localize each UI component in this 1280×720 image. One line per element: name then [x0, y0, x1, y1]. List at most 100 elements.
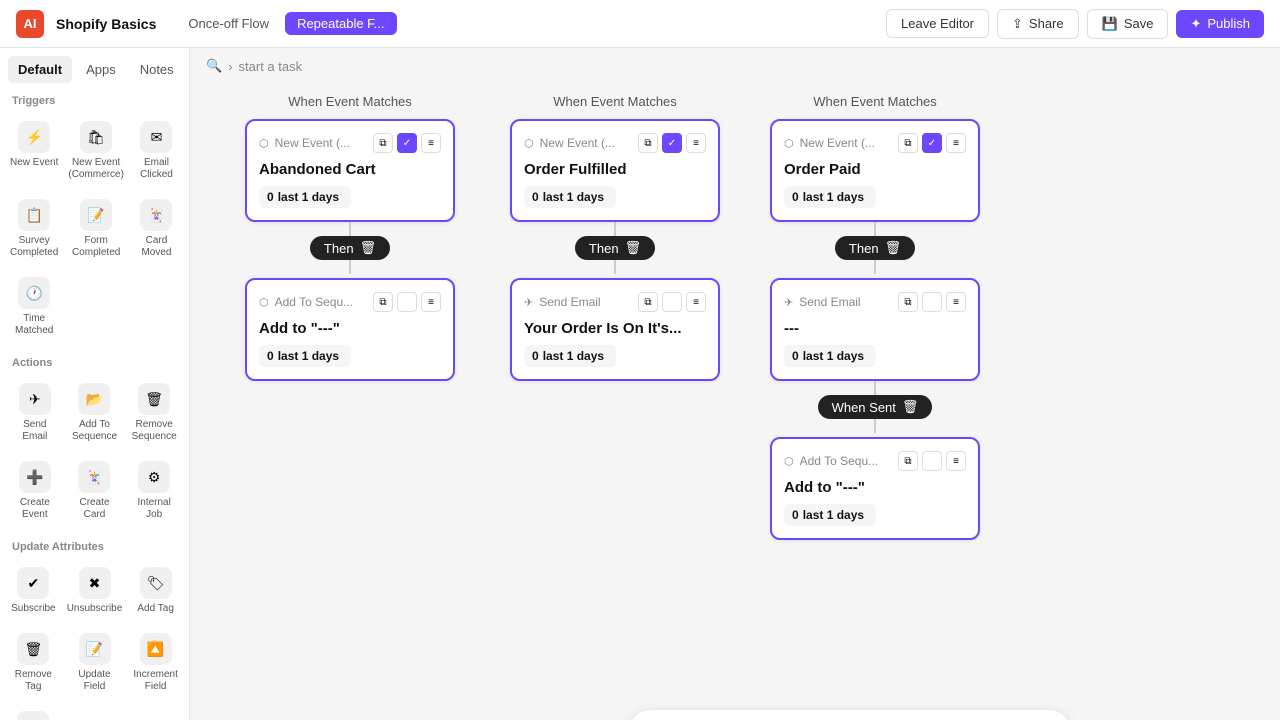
event-label-1: When Event Matches	[288, 94, 412, 109]
duplicate-btn-1[interactable]: ⧉	[373, 133, 393, 153]
when-sent-line-bottom	[874, 419, 876, 433]
sidebar-item-unsubscribe[interactable]: ✖Unsubscribe	[63, 559, 127, 623]
flow-column-3: When Event Matches ⬡ New Event (... ⧉ ✓ …	[770, 94, 980, 540]
section-title-update-attributes: Update Attributes	[0, 529, 189, 559]
sidebar-item-update-field[interactable]: 📝Update Field	[63, 625, 127, 701]
action-card-3[interactable]: ✈ Send Email ⧉ ≡ --- 0last 1 days	[770, 278, 980, 381]
sidebar-item-create-event[interactable]: ➕Create Event	[6, 453, 64, 529]
leave-editor-button[interactable]: Leave Editor	[886, 9, 989, 38]
sidebar-item-email-clicked[interactable]: ✉Email Clicked	[130, 113, 183, 189]
dup-btn-3[interactable]: ⧉	[898, 133, 918, 153]
canvas[interactable]: 🔍 › start a task When Event Matches ⬡ Ne…	[190, 48, 1280, 720]
action-dup-btn-2[interactable]: ⧉	[638, 292, 658, 312]
action-toggle-btn-3[interactable]	[922, 292, 942, 312]
action-card-2[interactable]: ✈ Send Email ⧉ ≡ Your Order Is On It's..…	[510, 278, 720, 381]
action-stat-3: 0last 1 days	[784, 345, 876, 367]
breadcrumb-path: start a task	[239, 59, 303, 74]
when-sent-badge[interactable]: When Sent 🗑	[818, 395, 933, 419]
then-badge-2[interactable]: Then 🗑	[575, 236, 655, 260]
trigger-body-1: Abandoned Cart	[259, 161, 441, 178]
trigger-card-3[interactable]: ⬡ New Event (... ⧉ ✓ ≡ Order Paid 0last …	[770, 119, 980, 222]
final-title-3: Add To Sequ...	[800, 454, 892, 468]
node-header-1: ⬡ New Event (... ⧉ ✓ ≡	[259, 133, 441, 153]
actions-grid: ✈Send Email 📂Add To Sequence 🗑Remove Seq…	[0, 375, 189, 529]
sidebar-tab-apps[interactable]: Apps	[76, 56, 126, 83]
trigger-icon-3: ⬡	[784, 137, 794, 150]
sidebar-item-send-email[interactable]: ✈Send Email	[6, 375, 64, 451]
final-card-3[interactable]: ⬡ Add To Sequ... ⧉ ≡ Add to "---" 0last …	[770, 437, 980, 540]
action-icon-3: ✈	[784, 296, 793, 309]
action-body-1: Add to "---"	[259, 320, 441, 337]
toggle-btn-1[interactable]: ✓	[397, 133, 417, 153]
action-menu-btn-3[interactable]: ≡	[946, 292, 966, 312]
update-field-icon: 📝	[79, 633, 111, 665]
sidebar-item-add-tag[interactable]: 🏷Add Tag	[128, 559, 183, 623]
action-actions-2: ⧉ ≡	[638, 292, 706, 312]
connector-3: Then 🗑	[835, 222, 915, 278]
then-badge-3[interactable]: Then 🗑	[835, 236, 915, 260]
menu-btn-3[interactable]: ≡	[946, 133, 966, 153]
sidebar-item-time-matched[interactable]: 🕐Time Matched	[6, 269, 62, 345]
menu-btn-1[interactable]: ≡	[421, 133, 441, 153]
action-dup-btn-1[interactable]: ⧉	[373, 292, 393, 312]
sidebar-item-remove-tag[interactable]: 🗑Remove Tag	[6, 625, 61, 701]
node-actions-1: ⧉ ✓ ≡	[373, 133, 441, 153]
action-card-1[interactable]: ⬡ Add To Sequ... ⧉ ≡ Add to "---" 0last …	[245, 278, 455, 381]
action-title-2: Send Email	[539, 295, 632, 309]
action-menu-btn-2[interactable]: ≡	[686, 292, 706, 312]
section-title-triggers: Triggers	[0, 83, 189, 113]
save-button[interactable]: 💾 Save	[1087, 9, 1169, 39]
final-menu-btn-3[interactable]: ≡	[946, 451, 966, 471]
sidebar-item-new-event-commerce[interactable]: 🛍New Event (Commerce)	[64, 113, 128, 189]
action-title-1: Add To Sequ...	[275, 295, 367, 309]
publish-button[interactable]: ✦ Publish	[1176, 10, 1264, 38]
sidebar-item-card-moved[interactable]: 🃏Card Moved	[130, 191, 183, 267]
node-actions-3: ⧉ ✓ ≡	[898, 133, 966, 153]
trash-icon-2: 🗑	[625, 240, 642, 256]
toggle-btn-3[interactable]: ✓	[922, 133, 942, 153]
tab-repeatable[interactable]: Repeatable F...	[285, 12, 396, 35]
trigger-card-2[interactable]: ⬡ New Event (... ⧉ ✓ ≡ Order Fulfilled 0…	[510, 119, 720, 222]
main-layout: Default Apps Notes Triggers ⚡New Event 🛍…	[0, 48, 1280, 720]
final-toggle-btn-3[interactable]	[922, 451, 942, 471]
action-menu-btn-1[interactable]: ≡	[421, 292, 441, 312]
sidebar-item-survey-completed[interactable]: 📋Survey Completed	[6, 191, 62, 267]
line-top-3	[874, 222, 876, 236]
sidebar-item-form-completed[interactable]: 📝Form Completed	[64, 191, 128, 267]
trigger-icon-1: ⬡	[259, 137, 269, 150]
trigger-title-1: New Event (...	[275, 136, 367, 150]
final-header-3: ⬡ Add To Sequ... ⧉ ≡	[784, 451, 966, 471]
final-dup-btn-3[interactable]: ⧉	[898, 451, 918, 471]
sidebar-item-add-to-sequence[interactable]: 📂Add To Sequence	[66, 375, 124, 451]
share-button[interactable]: ⇪ Share	[997, 9, 1079, 39]
trigger-title-2: New Event (...	[540, 136, 632, 150]
tab-once-off[interactable]: Once-off Flow	[176, 12, 281, 35]
sidebar-item-remove-sequence[interactable]: 🗑Remove Sequence	[125, 375, 183, 451]
action-body-2: Your Order Is On It's...	[524, 320, 706, 337]
sidebar-item-new-event[interactable]: ⚡New Event	[6, 113, 62, 189]
action-toggle-btn-1[interactable]	[397, 292, 417, 312]
trigger-stat-2: 0last 1 days	[524, 186, 616, 208]
add-to-sequence-icon: 📂	[78, 383, 110, 415]
sidebar-item-increment-field[interactable]: 🔼Increment Field	[128, 625, 183, 701]
menu-btn-2[interactable]: ≡	[686, 133, 706, 153]
trigger-icon-2: ⬡	[524, 137, 534, 150]
connector-2: Then 🗑	[575, 222, 655, 278]
toggle-btn-2[interactable]: ✓	[662, 133, 682, 153]
sidebar-item-create-card[interactable]: 🃏Create Card	[66, 453, 124, 529]
trigger-card-1[interactable]: ⬡ New Event (... ⧉ ✓ ≡ Abandoned Cart 0l…	[245, 119, 455, 222]
then-badge-1[interactable]: Then 🗑	[310, 236, 390, 260]
sidebar-item-mark-goal[interactable]: 🎯Mark Goal	[6, 703, 61, 720]
sidebar-item-subscribe[interactable]: ✔Subscribe	[6, 559, 61, 623]
action-dup-btn-3[interactable]: ⧉	[898, 292, 918, 312]
when-sent-connector: When Sent 🗑	[818, 381, 933, 437]
dup-btn-2[interactable]: ⧉	[638, 133, 658, 153]
event-label-2: When Event Matches	[553, 94, 677, 109]
sidebar-item-internal-job[interactable]: ⚙Internal Job	[125, 453, 183, 529]
action-actions-1: ⧉ ≡	[373, 292, 441, 312]
sidebar-tab-default[interactable]: Default	[8, 56, 72, 83]
line-bottom-1	[349, 260, 351, 274]
mark-goal-icon: 🎯	[17, 711, 49, 720]
sidebar-tab-notes[interactable]: Notes	[130, 56, 184, 83]
action-toggle-btn-2[interactable]	[662, 292, 682, 312]
